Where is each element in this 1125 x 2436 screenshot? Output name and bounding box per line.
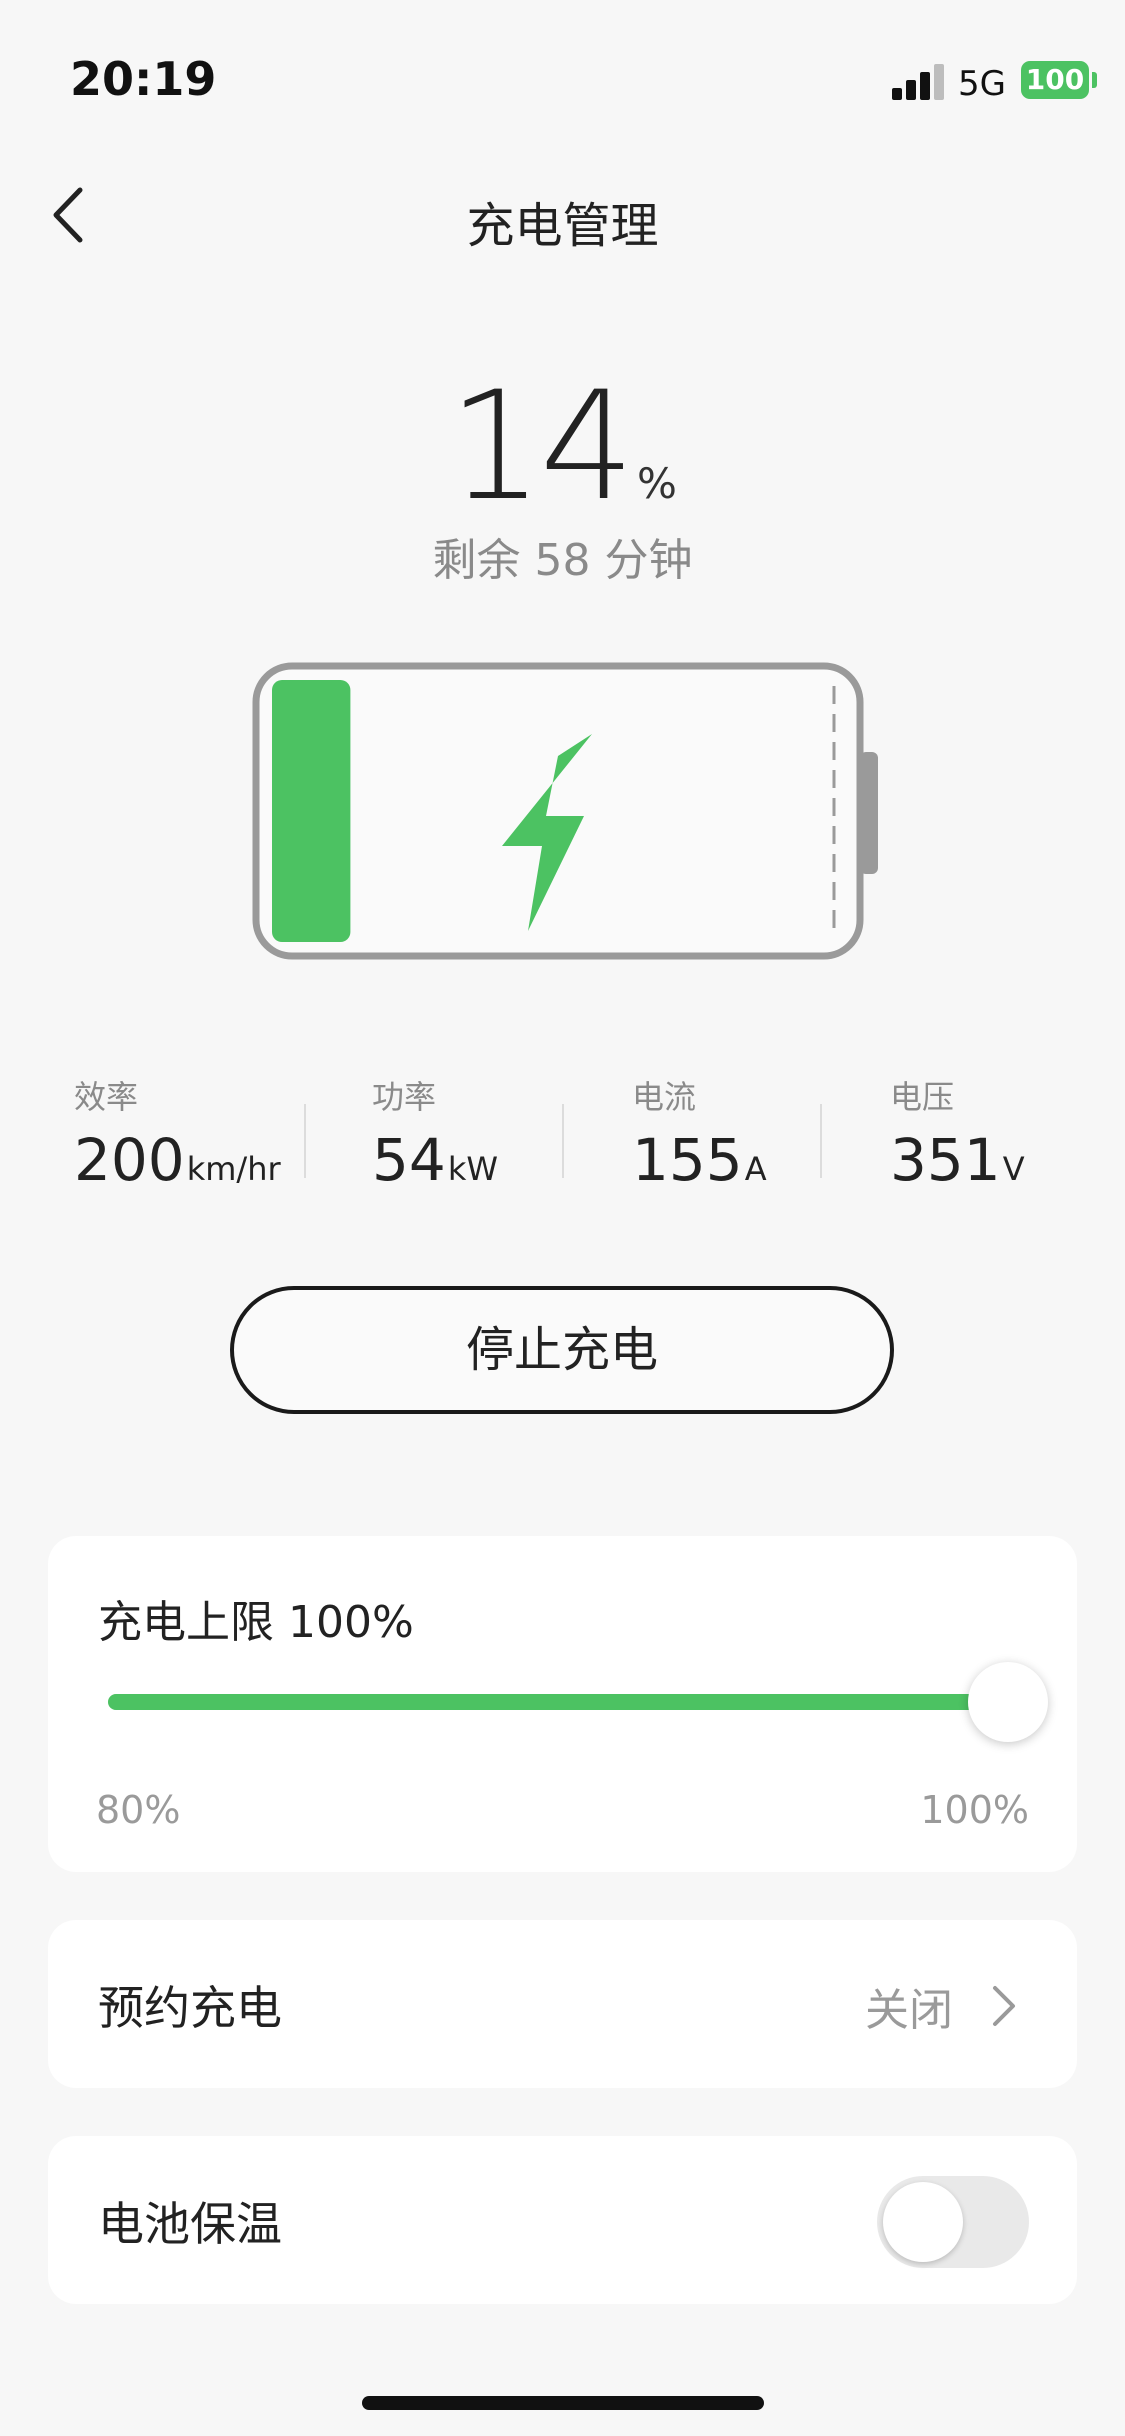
battery-warming-row: 电池保温 (48, 2136, 1077, 2304)
toggle-knob (883, 2182, 963, 2262)
stat-unit: A (744, 1150, 767, 1188)
charge-limit-slider-thumb[interactable] (968, 1662, 1048, 1742)
stat-label: 电压 (890, 1078, 955, 1116)
charge-limit-slider[interactable] (108, 1662, 1048, 1742)
stat-efficiency: 效率 200km/hr (74, 1072, 281, 1194)
battery-warming-toggle[interactable] (877, 2176, 1029, 2268)
stat-current: 电流 155A (632, 1072, 767, 1194)
scheduled-charging-value: 关闭 (865, 1985, 953, 2036)
stat-value: 155 (632, 1126, 743, 1194)
stat-power: 功率 54kW (372, 1072, 498, 1194)
stat-label: 效率 (74, 1078, 139, 1116)
battery-terminal (860, 752, 878, 874)
stat-label: 电流 (632, 1078, 697, 1116)
charge-limit-max-label: 100% (920, 1788, 1029, 1832)
network-type: 5G (958, 64, 1006, 104)
charge-limit-card: 充电上限 100% 80% 100% (48, 1536, 1077, 1872)
charge-percent-unit: % (636, 459, 677, 508)
stat-unit: kW (447, 1150, 498, 1188)
charge-limit-label: 充电上限 100% (98, 1597, 414, 1648)
stat-divider (304, 1104, 306, 1178)
stat-label: 功率 (372, 1078, 437, 1116)
charge-limit-min-label: 80% (96, 1788, 181, 1832)
status-battery-icon: 100 (1021, 61, 1089, 99)
scheduled-charging-row[interactable]: 预约充电 关闭 (48, 1920, 1077, 2088)
page-title: 充电管理 (466, 198, 659, 254)
battery-graphic (252, 662, 878, 960)
remaining-time: 剩余 58 分钟 (432, 535, 693, 586)
stop-charging-button[interactable]: 停止充电 (230, 1286, 894, 1414)
stat-value: 54 (372, 1126, 446, 1194)
scheduled-charging-label: 预约充电 (98, 1981, 282, 2035)
charge-percent: 14% (0, 360, 1125, 534)
home-indicator (362, 2396, 764, 2410)
stat-unit: V (1002, 1150, 1025, 1188)
battery-fill (272, 680, 351, 942)
stat-value: 351 (890, 1126, 1001, 1194)
status-battery-nub (1092, 72, 1097, 88)
charge-limit-slider-fill (108, 1694, 1020, 1710)
status-time: 20:19 (70, 52, 217, 106)
stat-value: 200 (74, 1126, 185, 1194)
charge-percent-value: 14 (448, 360, 635, 534)
stat-divider (820, 1104, 822, 1178)
status-bar: 20:19 5G 100 (0, 0, 1125, 150)
chevron-right-icon (993, 1986, 1015, 2026)
stat-divider (562, 1104, 564, 1178)
cellular-signal-icon (892, 62, 944, 100)
charging-stats: 效率 200km/hr 功率 54kW 电流 155A 电压 351V (0, 1072, 1125, 1194)
stat-unit: km/hr (186, 1150, 281, 1188)
stat-voltage: 电压 351V (890, 1072, 1025, 1194)
battery-warming-label: 电池保温 (98, 2197, 282, 2251)
